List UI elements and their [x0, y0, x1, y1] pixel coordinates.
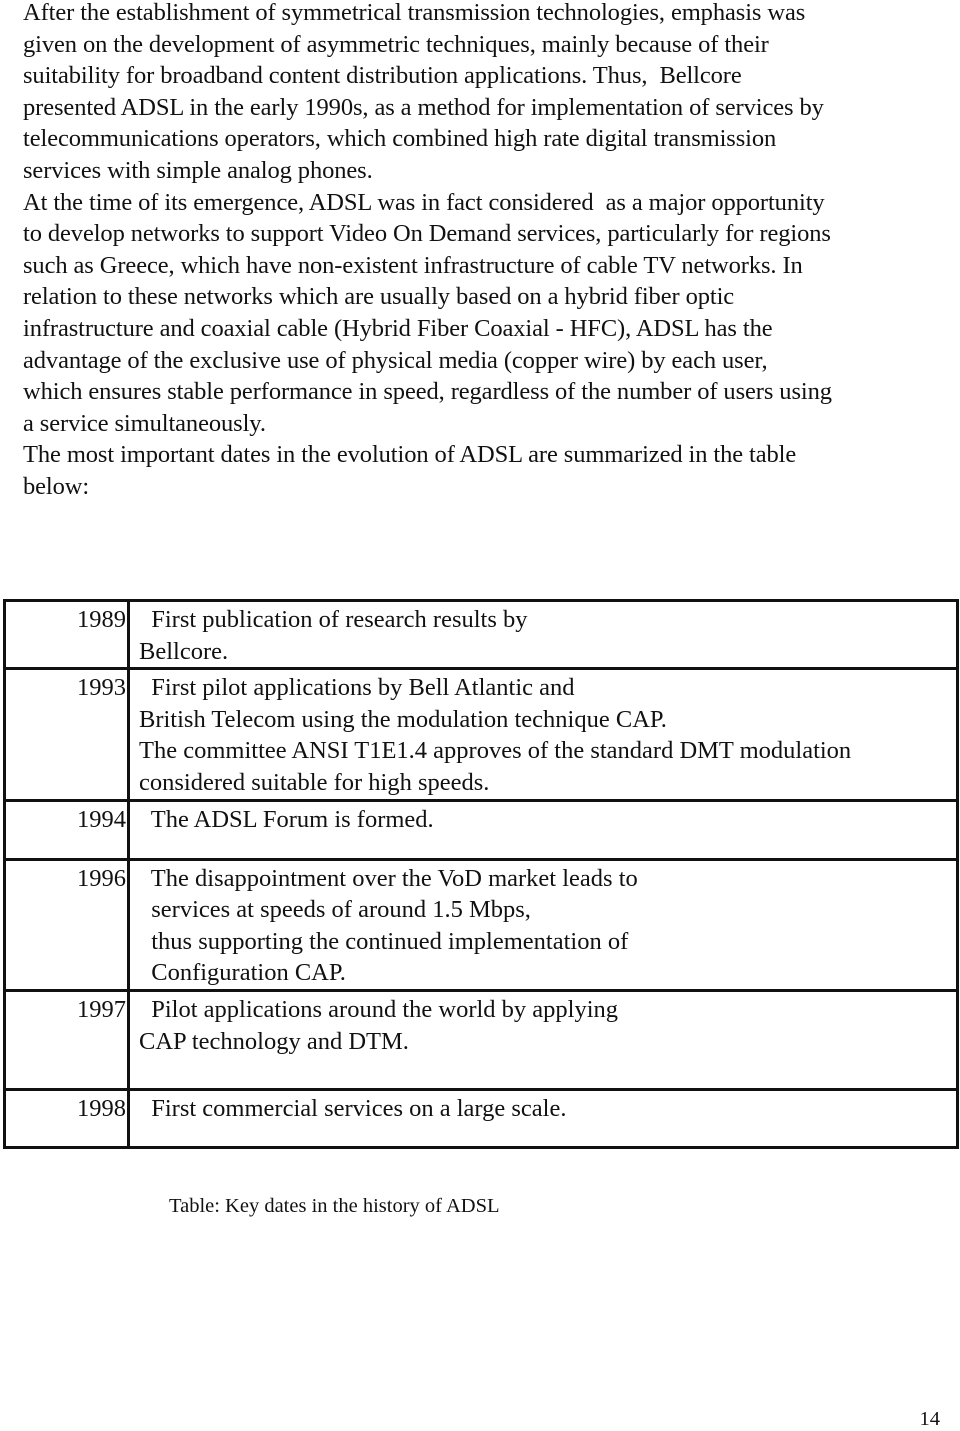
- event-line: The disappointment over the VoD market l…: [139, 864, 638, 892]
- text-line: such as Greece, which have non-existent …: [23, 251, 803, 279]
- event-line: The ADSL Forum is formed.: [139, 805, 434, 833]
- year-cell: 1996: [3, 857, 130, 992]
- page-number: 14: [919, 1408, 941, 1430]
- event-cell: First commercial services on a large sca…: [127, 1087, 959, 1149]
- text-line: advantage of the exclusive use of physic…: [23, 346, 768, 374]
- text-line: presented ADSL in the early 1990s, as a …: [23, 93, 824, 121]
- event-cell: The disappointment over the VoD market l…: [127, 857, 959, 992]
- text-line: to develop networks to support Video On …: [23, 220, 831, 248]
- event-line: CAP technology and DTM.: [139, 1027, 409, 1055]
- text-line: which ensures stable performance in spee…: [23, 378, 832, 406]
- event-line: thus supporting the continued implementa…: [139, 927, 629, 955]
- paragraph-2: At the time of its emergence, ADSL was i…: [23, 187, 958, 440]
- table-row: 1998 First commercial services on a larg…: [3, 1087, 959, 1149]
- year-cell: 1998: [3, 1087, 130, 1149]
- text-line: After the establishment of symmetrical t…: [23, 0, 806, 26]
- event-cell: First pilot applications by Bell Atlanti…: [127, 667, 959, 802]
- text-line: given on the development of asymmetric t…: [23, 30, 769, 58]
- table-row: 1989 First publication of research resul…: [3, 598, 959, 671]
- text-line: infrastructure and coaxial cable (Hybrid…: [23, 314, 773, 342]
- text-line: relation to these networks which are usu…: [23, 283, 735, 311]
- paragraph-3: The most important dates in the evolutio…: [23, 439, 958, 502]
- text-line: services with simple analog phones.: [23, 156, 373, 184]
- year-cell: 1989: [3, 598, 130, 671]
- text-line: a service simultaneously.: [23, 409, 266, 437]
- event-line: First publication of research results by: [139, 606, 528, 633]
- adsl-key-dates-table: 1989 First publication of research resul…: [3, 598, 959, 1149]
- paragraph-1: After the establishment of symmetrical t…: [23, 0, 958, 187]
- event-line: First commercial services on a large sca…: [139, 1094, 567, 1122]
- event-line: Configuration CAP.: [139, 959, 346, 987]
- year-cell: 1997: [3, 988, 130, 1091]
- text-line: The most important dates in the evolutio…: [23, 441, 797, 469]
- event-cell: First publication of research results by…: [127, 598, 959, 671]
- event-cell: The ADSL Forum is formed.: [127, 798, 959, 861]
- event-line: Bellcore.: [139, 637, 229, 665]
- event-line: services at speeds of around 1.5 Mbps,: [139, 896, 531, 924]
- body-text: After the establishment of symmetrical t…: [23, 0, 958, 503]
- table-row: 1994 The ADSL Forum is formed.: [3, 798, 959, 861]
- table-row: 1993 First pilot applications by Bell At…: [3, 667, 959, 802]
- event-line: British Telecom using the modulation tec…: [139, 705, 667, 733]
- table-caption: Table: Key dates in the history of ADSL: [169, 1195, 500, 1217]
- text-line: At the time of its emergence, ADSL was i…: [23, 188, 825, 216]
- table-row: 1996 The disappointment over the VoD mar…: [3, 857, 959, 992]
- event-line: The committee ANSI T1E1.4 approves of th…: [139, 737, 852, 765]
- year-cell: 1993: [3, 667, 130, 802]
- event-cell: Pilot applications around the world by a…: [127, 988, 959, 1091]
- text-line: telecommunications operators, which comb…: [23, 125, 777, 153]
- table-row: 1997 Pilot applications around the world…: [3, 988, 959, 1091]
- event-line: considered suitable for high speeds.: [139, 768, 490, 796]
- text-line: below:: [23, 472, 90, 500]
- event-line: Pilot applications around the world by a…: [139, 995, 619, 1023]
- event-line: First pilot applications by Bell Atlanti…: [139, 674, 575, 702]
- text-line: suitability for broadband content distri…: [23, 62, 742, 90]
- year-cell: 1994: [3, 798, 130, 861]
